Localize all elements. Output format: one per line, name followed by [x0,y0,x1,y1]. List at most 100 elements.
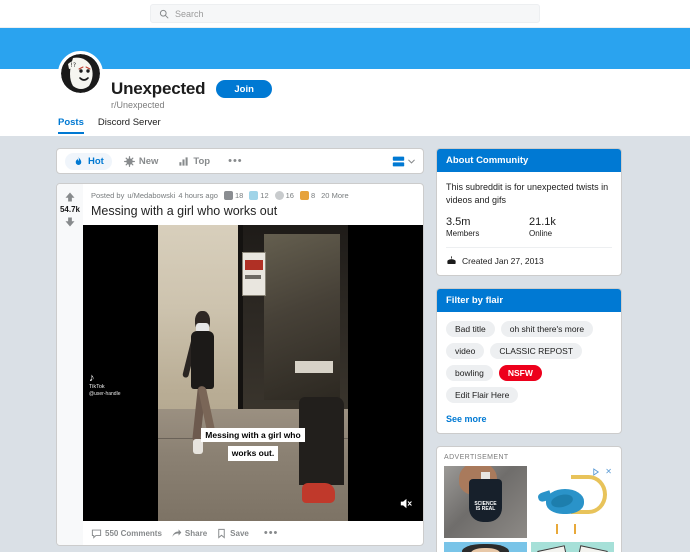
award-hugz[interactable]: 12 [249,191,269,200]
post-actions: 550 Comments Share Save ••• [83,521,423,545]
close-icon[interactable]: ✕ [605,468,612,476]
cake-icon [447,256,456,265]
adchoices-icon[interactable] [593,468,602,476]
award-silver-icon [223,191,233,200]
search-icon [159,9,169,18]
flair-nsfw[interactable]: NSFW [498,365,542,382]
share-label: Share [184,528,208,538]
subreddit-avatar-icon: !? [61,54,100,93]
post-author[interactable]: u/Medabowski [127,191,175,200]
svg-text:!?: !? [71,62,77,69]
share-button[interactable]: Share [171,528,207,539]
award-hugz-count: 12 [260,191,269,200]
tiktok-watermark-name: TikTok [89,384,105,390]
post-score: 54.7k [59,205,81,214]
ad-image-bird-pin[interactable] [531,466,614,539]
ad-image-books-pin[interactable] [531,542,614,552]
bar-chart-icon [179,156,188,166]
comment-icon [91,529,102,539]
sort-hot[interactable]: Hot [65,152,112,170]
community-stats: 3.5m Members 21.1k Online [446,216,612,238]
sort-top-label: Top [193,155,211,167]
members-count: 3.5m [446,216,471,229]
post-content: Posted by u/Medabowski 4 hours ago 18 12… [83,184,423,545]
tab-posts[interactable]: Posts [58,117,84,134]
subreddit-avatar[interactable]: !? [58,51,103,96]
join-button[interactable]: Join [216,80,272,98]
sort-top[interactable]: Top [170,153,218,170]
main-column: Hot New Top ••• 54.7k Posted by u/Medabo… [56,148,424,552]
tiktok-logo-icon: ♪ [89,372,95,384]
created-date-row: Created Jan 27, 2013 [446,255,612,266]
post-title[interactable]: Messing with a girl who works out [83,200,423,225]
search-box[interactable] [150,4,540,23]
award-silver-coin-count: 16 [285,191,294,200]
sidebar-column: About Community This subreddit is for un… [436,148,622,552]
post-card: 54.7k Posted by u/Medabowski 4 hours ago… [56,183,424,546]
flair-list: Bad title oh shit there's more video CLA… [446,321,612,404]
video-frame [158,225,348,521]
flair-video[interactable]: video [446,343,485,360]
about-divider [446,247,612,249]
ad-image-person-pin[interactable] [444,542,527,552]
more-awards-label[interactable]: 20 More [321,191,349,200]
vote-column: 54.7k [57,184,83,545]
post-overflow-button[interactable]: ••• [258,527,285,539]
online-label: Online [529,229,553,239]
sort-hot-label: Hot [88,155,104,167]
video-caption-line-1: Messing with a girl who [201,428,305,443]
chevron-down-icon [408,159,415,164]
award-silver-coin-icon [274,191,284,200]
flame-icon [75,156,82,165]
flair-edit-flair-here[interactable]: Edit Flair Here [446,387,519,404]
scene-ceiling-light [294,361,333,373]
award-silver-coin[interactable]: 16 [274,191,294,200]
upvote-arrow-icon[interactable] [64,191,76,203]
members-stat: 3.5m Members [446,216,529,238]
video-caption-line-2: works out. [227,446,279,461]
flair-bad-title[interactable]: Bad title [446,321,495,338]
community-title-row: Unexpected Join [111,69,634,99]
page-title: Unexpected [111,79,206,98]
scene-store-sign [241,251,267,297]
search-input[interactable] [175,8,531,19]
see-more-flairs-link[interactable]: See more [446,414,612,424]
save-label: Save [230,528,249,538]
community-banner [0,28,690,69]
downvote-arrow-icon[interactable] [64,216,76,228]
post-video-player[interactable]: ♪ TikTok @user-handle Messing with a gir… [83,225,423,521]
card-view-icon [392,156,405,166]
ad-image-science-pin[interactable]: SCIENCE IS REAL [444,466,527,539]
created-date-label: Created Jan 27, 2013 [462,255,544,266]
award-hugz-icon [249,191,259,200]
filter-by-flair-header: Filter by flair [437,289,621,313]
mute-button[interactable] [397,495,413,511]
filter-by-flair-card: Filter by flair Bad title oh shit there'… [436,288,622,435]
about-community-header: About Community [437,149,621,172]
post-meta-prefix: Posted by [91,191,125,200]
save-button[interactable]: Save [216,528,249,539]
comments-button[interactable]: 550 Comments [91,528,162,539]
flair-classic-repost[interactable]: CLASSIC REPOST [490,343,583,360]
post-metadata: Posted by u/Medabowski 4 hours ago 18 12… [83,184,423,200]
sort-new-label: New [138,155,159,167]
community-description: This subreddit is for unexpected twists … [446,182,609,206]
scene-red-shoe [302,482,335,504]
view-mode-selector[interactable] [392,155,415,168]
advertisement-card: ADVERTISEMENT ✕ SCIENCE IS REAL [436,446,622,552]
ad-controls: ✕ [593,468,612,476]
post-sort-bar: Hot New Top ••• [56,148,424,174]
tiktok-watermark: ♪ TikTok @user-handle [89,373,120,397]
award-silver[interactable]: 18 [223,191,243,200]
ad-flask-text-line-2: IS REAL [475,506,496,513]
award-wholesome[interactable]: 8 [299,191,315,200]
tiktok-watermark-handle: @user-handle [89,390,121,397]
post-timestamp: 4 hours ago [178,191,218,200]
page-body: Hot New Top ••• 54.7k Posted by u/Medabo… [56,136,634,552]
tab-discord-server[interactable]: Discord Server [98,117,161,134]
sort-new[interactable]: New [116,153,167,170]
members-label: Members [446,229,480,239]
sort-overflow-button[interactable]: ••• [222,155,249,167]
flair-oh-shit-theres-more[interactable]: oh shit there's more [500,321,594,338]
flair-bowling[interactable]: bowling [446,365,493,382]
